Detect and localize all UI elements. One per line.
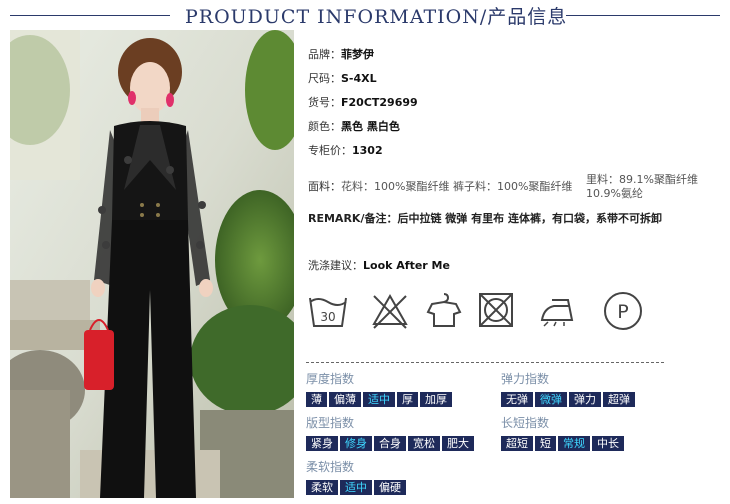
softness-option: 适中 (340, 480, 372, 495)
length-title: 长短指数 (501, 416, 550, 430)
thickness-option: 薄 (306, 392, 327, 407)
info-wash-key: 洗涤建议： (308, 259, 363, 272)
info-fabric-key: 面料： (308, 180, 341, 193)
elasticity-title: 弹力指数 (501, 372, 550, 386)
fit-tags: 紧身 修身 合身 宽松 肥大 (306, 436, 474, 451)
dry-clean-p-icon: P (604, 292, 642, 330)
length-tags: 超短短常规 中长 (501, 436, 624, 451)
fit-option: 肥大 (442, 436, 474, 451)
info-size: 尺码：S-4XL (308, 70, 377, 86)
info-size-key: 尺码： (308, 72, 341, 85)
info-item-no-value: F20CT29699 (341, 96, 418, 109)
info-fabric-lining-2: 10.9%氨纶 (586, 187, 643, 200)
thickness-title: 厚度指数 (306, 372, 355, 386)
info-brand: 品牌：菲梦伊 (308, 46, 374, 62)
info-size-value: S-4XL (341, 72, 377, 85)
softness-title: 柔软指数 (306, 460, 355, 474)
section-title: PROUDUCT INFORMATION/产品信息 (185, 6, 568, 28)
header-rule-right (566, 15, 720, 16)
info-brand-value: 菲梦伊 (341, 48, 374, 61)
no-bleach-icon (372, 293, 408, 329)
info-price-key: 专柜价： (308, 144, 352, 157)
elasticity-option: 无弹 (501, 392, 533, 407)
softness-option: 偏硬 (374, 480, 406, 495)
fit-title: 版型指数 (306, 416, 355, 430)
length-option: 短 (535, 436, 556, 451)
info-fabric-main: 花料：100%聚酯纤维 裤子料：100%聚酯纤维 (341, 180, 573, 193)
fit-option: 宽松 (408, 436, 440, 451)
fit-option: 合身 (374, 436, 406, 451)
elasticity-option: 弹力 (569, 392, 601, 407)
header-rule-left (10, 15, 170, 16)
care-icons: 30 P (306, 290, 666, 334)
fit-option: 紧身 (306, 436, 338, 451)
no-tumble-dry-icon (479, 293, 513, 327)
softness-tags: 柔软 适中 偏硬 (306, 480, 406, 495)
info-remark: REMARK/备注：后中拉链 微弹 有里布 连体裤，有口袋，系带不可拆卸 (308, 212, 662, 225)
section-header: PROUDUCT INFORMATION/产品信息 (0, 0, 730, 32)
fit-option: 修身 (340, 436, 372, 451)
info-fabric: 面料：花料：100%聚酯纤维 裤子料：100%聚酯纤维 (308, 178, 572, 194)
info-price-value: 1302 (352, 144, 383, 157)
thickness-option: 适中 (363, 392, 395, 407)
length-option: 超短 (501, 436, 533, 451)
info-item-no-key: 货号： (308, 96, 341, 109)
thickness-option: 厚 (397, 392, 418, 407)
hang-dry-icon (426, 293, 462, 327)
elasticity-option: 超弹 (603, 392, 635, 407)
section-divider (306, 362, 664, 363)
softness-option: 柔软 (306, 480, 338, 495)
info-color-key: 颜色： (308, 120, 341, 133)
wash-temp-label: 30 (320, 310, 335, 324)
elasticity-tags: 无弹 微弹 弹力 超弹 (501, 392, 635, 407)
dry-clean-p-letter: P (617, 301, 628, 323)
info-price: 专柜价：1302 (308, 142, 383, 158)
info-color: 颜色：黑色 黑白色 (308, 118, 400, 134)
product-photo (10, 30, 294, 498)
length-option: 常规 (558, 436, 590, 451)
thickness-option: 偏薄 (329, 392, 361, 407)
info-color-value: 黑色 黑白色 (341, 120, 400, 133)
length-option: 中长 (592, 436, 624, 451)
iron-icon (540, 299, 574, 327)
elasticity-option: 微弹 (535, 392, 567, 407)
wash-30-icon: 30 (309, 297, 347, 327)
info-wash-value: Look After Me (363, 259, 450, 272)
thickness-option: 加厚 (420, 392, 452, 407)
info-wash: 洗涤建议：Look After Me (308, 257, 450, 273)
thickness-tags: 薄偏薄 适中厚加厚 (306, 392, 452, 407)
info-item-no: 货号：F20CT29699 (308, 94, 418, 110)
info-brand-key: 品牌： (308, 48, 341, 61)
